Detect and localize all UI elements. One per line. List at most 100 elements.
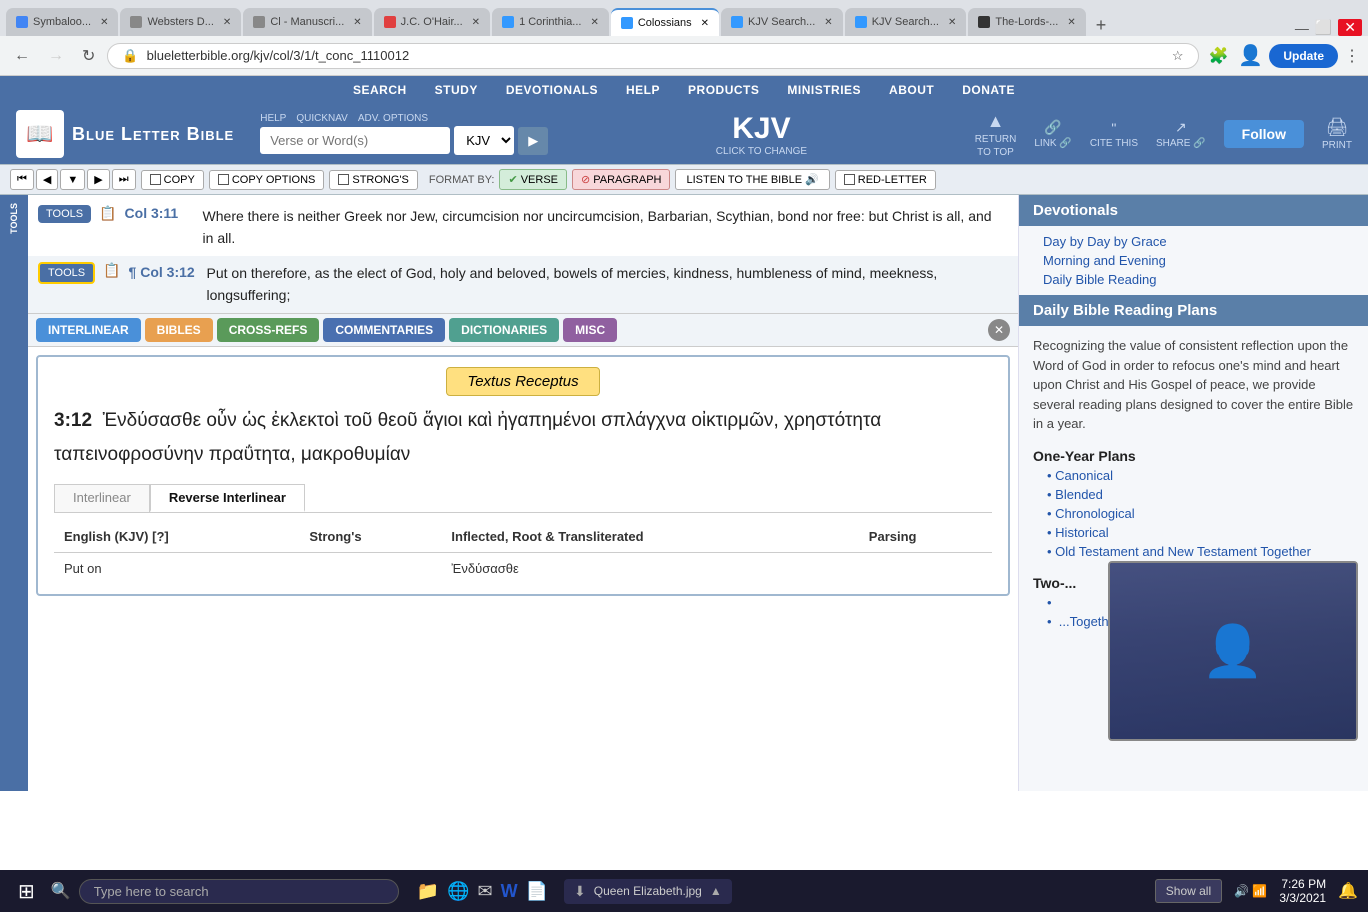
last-page-button[interactable]: ⏭ (112, 169, 136, 190)
taskbar-mail-icon[interactable]: ✉ (478, 881, 493, 902)
close-window-button[interactable]: ✕ (1338, 19, 1362, 36)
forward-button[interactable]: → (42, 43, 70, 69)
plan-historical[interactable]: • Historical (1047, 525, 1354, 540)
video-popup[interactable]: 👤 (1108, 561, 1358, 741)
taskbar-pdf-icon[interactable]: 📄 (526, 881, 548, 902)
devotional-item-2[interactable]: Morning and Evening (1043, 253, 1358, 268)
nav-products[interactable]: PRODUCTS (688, 83, 759, 97)
taskbar-search-button[interactable]: 🔍 (51, 881, 71, 901)
logo[interactable]: 📖 Blue Letter Bible (16, 110, 234, 158)
listen-button[interactable]: LISTEN TO THE BIBLE 🔊 (675, 169, 829, 190)
plan-blended[interactable]: • Blended (1047, 487, 1354, 502)
tab-kjv1-close[interactable]: ✕ (824, 17, 832, 28)
prev-page-button[interactable]: ◀ (36, 169, 58, 190)
tab-misc[interactable]: MISC (563, 318, 617, 342)
search-input[interactable] (260, 127, 450, 154)
nav-help[interactable]: HELP (626, 83, 660, 97)
start-button[interactable]: ⊞ (10, 875, 43, 908)
tab-symbaloo[interactable]: Symbaloo... ✕ (6, 8, 118, 36)
nav-devotionals[interactable]: DEVOTIONALS (506, 83, 598, 97)
notification-icon[interactable]: 🔔 (1338, 881, 1358, 901)
minimize-button[interactable]: — (1295, 20, 1309, 36)
show-all-button[interactable]: Show all (1155, 879, 1222, 903)
tab-1cor[interactable]: 1 Corinthia... ✕ (492, 8, 609, 36)
tab-1cor-close[interactable]: ✕ (590, 17, 598, 28)
kjv-display[interactable]: KJV CLICK TO CHANGE (558, 112, 964, 157)
red-letter-button[interactable]: RED-LETTER (835, 170, 936, 190)
tools-button-3-12[interactable]: TOOLS (38, 262, 95, 284)
tab-manuscript[interactable]: Cl - Manuscri... ✕ (243, 8, 371, 36)
taskbar-explorer-icon[interactable]: 📁 (417, 881, 439, 902)
tab-kjv2-close[interactable]: ✕ (948, 17, 956, 28)
search-go-button[interactable]: ▶ (518, 127, 548, 155)
follow-button[interactable]: Follow (1224, 120, 1304, 148)
tab-kjv2[interactable]: KJV Search... ✕ (845, 8, 967, 36)
refresh-button[interactable]: ↻ (76, 42, 101, 70)
taskbar-word-icon[interactable]: W (501, 881, 518, 902)
expand-button[interactable]: ▼ (60, 169, 85, 190)
tab-bibles[interactable]: BIBLES (145, 318, 213, 342)
share-label: SHARE 🔗 (1156, 138, 1206, 149)
version-select[interactable]: KJV (454, 126, 514, 155)
copy-options-button[interactable]: COPY OPTIONS (209, 170, 325, 190)
devotionals-header: Devotionals (1019, 195, 1368, 226)
close-tabs-button[interactable]: ✕ (988, 319, 1010, 341)
paragraph-format-button[interactable]: ⊘ PARAGRAPH (572, 169, 670, 190)
download-chevron[interactable]: ▲ (710, 884, 722, 898)
return-to-top-action[interactable]: ▲ RETURN TO TOP (975, 111, 1017, 158)
update-button[interactable]: Update (1269, 44, 1338, 68)
print-action[interactable]: 🖨 PRINT (1322, 117, 1352, 151)
tab-kjv1-label: KJV Search... (748, 16, 815, 28)
tab-jcohair-close[interactable]: ✕ (472, 17, 480, 28)
address-bar[interactable]: 🔒 blueletterbible.org/kjv/col/3/1/t_conc… (107, 43, 1198, 69)
tab-dictionaries[interactable]: DICTIONARIES (449, 318, 559, 342)
tab-colossians[interactable]: Colossians ✕ (611, 8, 719, 36)
new-tab-button[interactable]: + (1088, 15, 1115, 36)
tab-websters-close[interactable]: ✕ (223, 17, 231, 28)
extensions-icon[interactable]: 🧩 (1205, 42, 1233, 70)
tab-kjv1[interactable]: KJV Search... ✕ (721, 8, 843, 36)
verse-format-button[interactable]: ✔ VERSE (499, 169, 567, 190)
nav-study[interactable]: STUDY (435, 83, 478, 97)
nav-about[interactable]: ABOUT (889, 83, 934, 97)
plan-canonical[interactable]: • Canonical (1047, 468, 1354, 483)
nav-search[interactable]: SEARCH (353, 83, 407, 97)
tab-jcohair[interactable]: J.C. O'Hair... ✕ (374, 8, 490, 36)
tab-commentaries[interactable]: COMMENTARIES (323, 318, 445, 342)
copy-icon-3-12[interactable]: 📋 (103, 262, 120, 279)
first-page-button[interactable]: ⏮ (10, 169, 34, 190)
copy-icon-3-11[interactable]: 📋 (99, 205, 116, 222)
tab-websters[interactable]: Websters D... ✕ (120, 8, 241, 36)
plan-chronological[interactable]: • Chronological (1047, 506, 1354, 521)
menu-button[interactable]: ⋮ (1344, 46, 1360, 66)
devotional-item-3[interactable]: Daily Bible Reading (1043, 272, 1358, 287)
tab-thelords-close[interactable]: ✕ (1067, 17, 1075, 28)
cite-action[interactable]: " CITE THIS (1090, 120, 1138, 149)
profile-icon[interactable]: 👤 (1238, 43, 1263, 68)
bookmark-icon[interactable]: ☆ (1172, 48, 1184, 64)
copy-button[interactable]: COPY (141, 170, 204, 190)
strongs-button[interactable]: STRONG'S (329, 170, 418, 190)
interlinear-tab-interlinear[interactable]: Interlinear (54, 484, 150, 512)
main-layout: TOOLS TOOLS 📋 Col 3:11 Where there is ne… (0, 195, 1368, 791)
tab-cross-refs[interactable]: CROSS-REFS (217, 318, 320, 342)
maximize-button[interactable]: ⬜ (1315, 19, 1332, 36)
nav-donate[interactable]: DONATE (962, 83, 1015, 97)
taskbar-browser-icon[interactable]: 🌐 (447, 881, 469, 902)
back-button[interactable]: ← (8, 43, 36, 69)
tab-thelords[interactable]: The-Lords-... ✕ (968, 8, 1085, 36)
nav-ministries[interactable]: MINISTRIES (787, 83, 861, 97)
interlinear-tab-reverse[interactable]: Reverse Interlinear (150, 484, 305, 512)
share-action[interactable]: ↗ SHARE 🔗 (1156, 119, 1206, 149)
tab-interlinear[interactable]: INTERLINEAR (36, 318, 141, 342)
next-page-button[interactable]: ▶ (87, 169, 109, 190)
devotional-item-1[interactable]: Day by Day by Grace (1043, 234, 1358, 249)
tab-manuscript-close[interactable]: ✕ (353, 17, 361, 28)
plan-ot-nt[interactable]: • Old Testament and New Testament Togeth… (1047, 544, 1354, 559)
tab-colossians-close[interactable]: ✕ (701, 18, 709, 29)
follow-action[interactable]: Follow (1224, 120, 1304, 148)
link-action[interactable]: 🔗 LINK 🔗 (1034, 119, 1071, 149)
taskbar-search-bar[interactable]: Type here to search (79, 879, 399, 904)
tab-symbaloo-close[interactable]: ✕ (100, 17, 108, 28)
tools-button-3-11[interactable]: TOOLS (38, 205, 91, 223)
